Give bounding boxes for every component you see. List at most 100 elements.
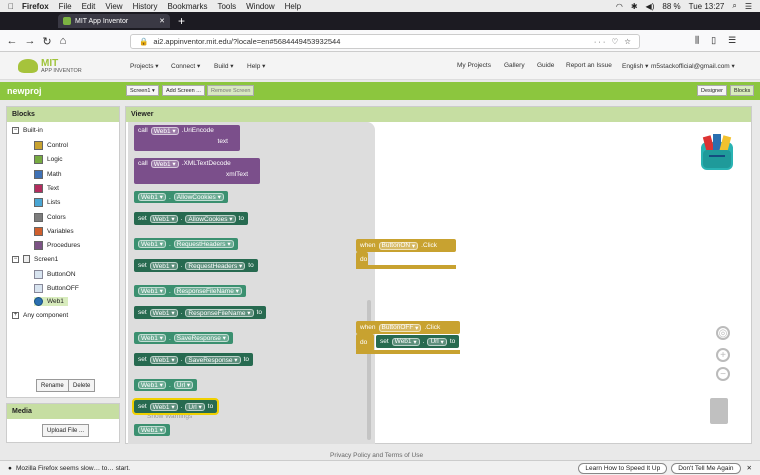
tree-item-lists[interactable]: Lists <box>34 198 60 208</box>
menu-connect[interactable]: Connect ▾ <box>171 62 200 70</box>
designer-button[interactable]: Designer <box>697 85 728 96</box>
property-dropdown[interactable]: Url ▾ <box>185 402 205 411</box>
close-tab-icon[interactable]: ✕ <box>159 17 165 25</box>
property-dropdown[interactable]: RequestHeaders ▾ <box>173 240 234 248</box>
component-dropdown[interactable]: Web1 ▾ <box>138 240 166 248</box>
zoom-out-icon[interactable]: − <box>716 367 730 381</box>
property-dropdown[interactable]: AllowCookies ▾ <box>185 214 236 223</box>
tree-item-variables[interactable]: Variables <box>34 226 74 236</box>
menu-build[interactable]: Build ▾ <box>214 62 234 70</box>
browser-tab[interactable]: MIT App Inventor ✕ <box>58 14 170 28</box>
trash-icon[interactable] <box>710 398 728 424</box>
clock[interactable]: Tue 13:27 <box>689 2 725 11</box>
tree-item-web1[interactable]: Web1 <box>34 297 68 306</box>
speed-up-button[interactable]: Learn How to Speed It Up <box>578 462 668 474</box>
menu-help[interactable]: Help <box>285 2 301 11</box>
new-tab-button[interactable]: + <box>178 14 185 28</box>
account-menu[interactable]: m5stackofficial@gmail.com ▾ <box>651 62 735 70</box>
component-dropdown[interactable]: Web1 ▾ <box>138 381 166 389</box>
component-dropdown[interactable]: Web1 ▾ <box>149 402 178 411</box>
rename-button[interactable]: Rename <box>36 379 69 392</box>
call-web1-uriencode-block[interactable]: call Web1 ▾ .UriEncode text <box>134 125 240 151</box>
get-web1-requestheaders-block[interactable]: Web1 ▾. RequestHeaders ▾ <box>134 238 238 250</box>
property-dropdown[interactable]: AllowCookies ▾ <box>173 193 224 201</box>
wifi-icon[interactable]: ◠ <box>616 2 623 11</box>
search-icon[interactable]: ⌕ <box>732 1 736 11</box>
menu-icon[interactable]: ☰ <box>745 2 752 11</box>
link-gallery[interactable]: Gallery <box>504 62 525 69</box>
backpack-icon[interactable] <box>695 130 739 174</box>
component-dropdown[interactable]: Web1 ▾ <box>150 160 179 168</box>
property-dropdown[interactable]: RequestHeaders ▾ <box>185 261 246 270</box>
menu-bookmarks[interactable]: Bookmarks <box>167 2 207 11</box>
hamburger-icon[interactable]: ☰ <box>728 35 736 46</box>
tree-any-component[interactable]: + Any component <box>12 312 68 319</box>
tree-builtin[interactable]: − Built-in <box>12 127 43 134</box>
set-web1-url-block[interactable]: set Web1 ▾. Url ▾ to <box>131 398 220 415</box>
screen-select[interactable]: Screen1 ▾ <box>126 85 159 96</box>
language-select[interactable]: English ▾ <box>622 62 648 70</box>
delete-button[interactable]: Delete <box>68 379 96 392</box>
component-dropdown[interactable]: Web1 ▾ <box>138 426 166 434</box>
component-dropdown[interactable]: Web1 ▾ <box>391 337 420 346</box>
menu-file[interactable]: File <box>59 2 72 11</box>
property-dropdown[interactable]: ResponseFileName ▾ <box>173 287 242 295</box>
volume-icon[interactable]: ◀) <box>646 2 655 11</box>
url-actions[interactable]: ··· ♡ ☆ <box>594 37 633 46</box>
zoom-in-icon[interactable]: + <box>716 348 730 362</box>
add-screen-button[interactable]: Add Screen ... <box>162 85 205 96</box>
reload-icon[interactable]: ↻ <box>40 34 54 48</box>
dont-tell-button[interactable]: Don't Tell Me Again <box>671 462 741 474</box>
collapse-icon[interactable]: − <box>12 255 19 263</box>
back-icon[interactable]: ← <box>5 34 19 48</box>
menu-edit[interactable]: Edit <box>82 2 96 11</box>
menu-window[interactable]: Window <box>246 2 274 11</box>
tree-item-control[interactable]: Control <box>34 141 68 150</box>
set-web1-allowcookies-block[interactable]: set Web1 ▾. AllowCookies ▾ to <box>134 212 248 225</box>
tree-item-colors[interactable]: Colors <box>34 212 66 222</box>
tree-item-buttonoff[interactable]: ButtonOFF <box>34 284 79 293</box>
call-web1-xmltextdecode-block[interactable]: call Web1 ▾ .XMLTextDecode xmlText <box>134 158 260 184</box>
sidebar-icon[interactable]: ▯ <box>711 35 716 46</box>
remove-screen-button[interactable]: Remove Screen <box>207 85 255 96</box>
component-dropdown[interactable]: Web1 ▾ <box>149 355 178 364</box>
property-dropdown[interactable]: ResponseFileName ▾ <box>185 308 254 317</box>
component-dropdown[interactable]: Web1 ▾ <box>138 287 166 295</box>
set-web1-responsefilename-block[interactable]: set Web1 ▾. ResponseFileName ▾ to <box>134 306 266 319</box>
component-dropdown[interactable]: Web1 ▾ <box>138 193 166 201</box>
library-icon[interactable]: ⫼ <box>695 35 699 46</box>
web1-component-block[interactable]: Web1 ▾ <box>134 424 170 436</box>
bluetooth-icon[interactable]: ✱ <box>631 2 638 11</box>
menu-help-app[interactable]: Help ▾ <box>247 62 265 70</box>
home-icon[interactable]: ⌂ <box>56 34 70 48</box>
tree-item-procedures[interactable]: Procedures <box>34 241 80 251</box>
property-dropdown[interactable]: Url ▾ <box>173 381 194 389</box>
property-dropdown[interactable]: SaveResponse ▾ <box>185 355 241 364</box>
menu-history[interactable]: History <box>133 2 158 11</box>
get-web1-allowcookies-block[interactable]: Web1 ▾. AllowCookies ▾ <box>134 191 228 203</box>
battery-percent[interactable]: 88 % <box>662 2 680 11</box>
when-buttonoff-click-block[interactable]: when ButtonOFF ▾ .Click <box>356 321 460 334</box>
tree-screen1[interactable]: − Screen1 <box>12 255 58 263</box>
link-report-issue[interactable]: Report an Issue <box>566 62 612 69</box>
menu-tools[interactable]: Tools <box>217 2 236 11</box>
close-notification-icon[interactable]: ✕ <box>747 464 752 472</box>
expand-icon[interactable]: + <box>12 312 19 319</box>
menubar-app-name[interactable]: Firefox <box>22 2 49 11</box>
tree-item-text[interactable]: Text <box>34 183 59 193</box>
when-buttonon-click-block[interactable]: when ButtonON ▾ .Click <box>356 239 456 252</box>
get-web1-url-block[interactable]: Web1 ▾. Url ▾ <box>134 379 198 391</box>
property-dropdown[interactable]: SaveResponse ▾ <box>173 334 229 342</box>
get-web1-saveresponse-block[interactable]: Web1 ▾. SaveResponse ▾ <box>134 332 233 344</box>
component-dropdown[interactable]: Web1 ▾ <box>149 261 178 270</box>
forward-icon[interactable]: → <box>23 34 37 48</box>
component-dropdown[interactable]: ButtonOFF ▾ <box>378 323 422 332</box>
upload-file-button[interactable]: Upload File ... <box>42 424 90 437</box>
apple-icon[interactable]:  <box>8 2 14 11</box>
component-dropdown[interactable]: Web1 ▾ <box>149 308 178 317</box>
privacy-link[interactable]: Privacy Policy and Terms of Use <box>330 452 423 459</box>
property-dropdown[interactable]: Url ▾ <box>427 337 447 346</box>
tree-item-buttonon[interactable]: ButtonON <box>34 270 76 279</box>
center-target-icon[interactable]: ◎ <box>716 326 730 340</box>
show-warnings-toggle[interactable]: Show Warnings <box>147 413 192 420</box>
